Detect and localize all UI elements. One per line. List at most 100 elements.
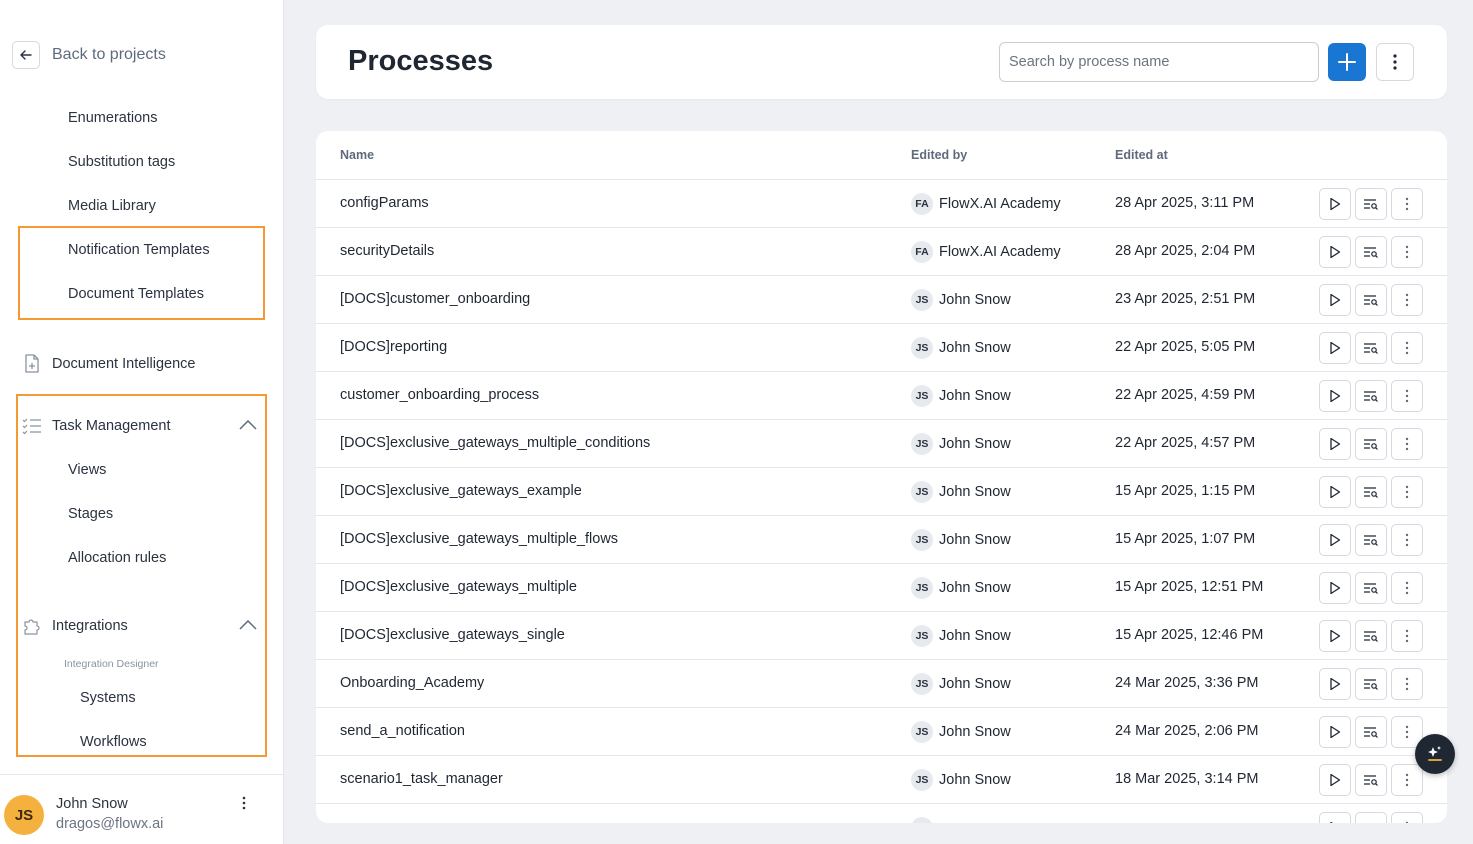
row-menu-button[interactable] <box>1391 380 1423 412</box>
row-menu-button[interactable] <box>1391 428 1423 460</box>
sidebar-item-media-library[interactable]: Media Library <box>68 196 156 216</box>
column-header-name[interactable]: Name <box>340 148 374 162</box>
process-name[interactable]: [DOCS]exclusive_gateways_multiple_flows <box>340 516 618 563</box>
add-process-button[interactable] <box>1328 43 1366 81</box>
row-menu-button[interactable] <box>1391 572 1423 604</box>
process-name[interactable]: [DOCS]reporting <box>340 324 447 371</box>
inspect-icon <box>1363 390 1379 402</box>
sidebar-item-substitution-tags[interactable]: Substitution tags <box>68 152 175 172</box>
table-row[interactable]: [DOCS]exclusive_gateways_multiple_condit… <box>316 420 1447 468</box>
process-name[interactable]: scenario1_task_manager <box>340 756 503 803</box>
run-button[interactable] <box>1319 572 1351 604</box>
arrow-left-icon[interactable] <box>12 41 40 69</box>
table-row[interactable]: customer_onboarding_process JS John Snow 22… <box>316 372 1447 420</box>
sidebar-item-document-intelligence[interactable]: Document Intelligence <box>22 352 195 376</box>
ai-assistant-button[interactable] <box>1415 734 1455 774</box>
table-row[interactable]: [DOCS]exclusive_gateways_multiple JS John … <box>316 564 1447 612</box>
inspect-button[interactable] <box>1355 524 1387 556</box>
inspect-button[interactable] <box>1355 380 1387 412</box>
table-row[interactable]: configParams FA FlowX.AI Academy 28 Apr 202… <box>316 180 1447 228</box>
process-name[interactable]: configParams <box>340 180 429 227</box>
run-button[interactable] <box>1319 668 1351 700</box>
run-button[interactable] <box>1319 236 1351 268</box>
run-button[interactable] <box>1319 380 1351 412</box>
table-row[interactable]: [DOCS]customer_onboarding JS John Snow 23 A… <box>316 276 1447 324</box>
process-name[interactable]: [DOCS]customer_onboarding <box>340 276 530 323</box>
table-row[interactable]: securityDetails FA FlowX.AI Academy 28 Apr … <box>316 228 1447 276</box>
process-name[interactable]: securityDetails <box>340 228 434 275</box>
sidebar-item-document-templates[interactable]: Document Templates <box>68 284 204 304</box>
inspect-button[interactable] <box>1355 716 1387 748</box>
sidebar-item-integrations[interactable]: Integrations <box>22 614 128 638</box>
row-menu-button[interactable] <box>1391 668 1423 700</box>
inspect-button[interactable] <box>1355 812 1387 823</box>
table-row[interactable]: send_a_notification JS John Snow 24 Mar 202… <box>316 708 1447 756</box>
sidebar-item-notification-templates[interactable]: Notification Templates <box>68 240 210 260</box>
column-header-edited-at[interactable]: Edited at <box>1115 148 1168 162</box>
process-name[interactable]: [DOCS]exclusive_gateways_single <box>340 612 565 659</box>
column-header-edited-by[interactable]: Edited by <box>911 148 967 162</box>
table-row[interactable]: [DOCS]exclusive_gateways_example JS John S… <box>316 468 1447 516</box>
table-row[interactable]: Onboarding_Academy JS John Snow 24 Mar 2025… <box>316 660 1447 708</box>
sidebar-item-task-management[interactable]: Task Management <box>22 414 170 438</box>
avatar: JS <box>911 577 933 599</box>
edited-by: FA FlowX.AI Academy <box>911 192 1061 216</box>
avatar[interactable]: JS <box>4 795 44 835</box>
run-button[interactable] <box>1319 428 1351 460</box>
run-button[interactable] <box>1319 188 1351 220</box>
kebab-icon[interactable] <box>234 793 254 813</box>
row-menu-button[interactable] <box>1391 188 1423 220</box>
run-button[interactable] <box>1319 524 1351 556</box>
sidebar-item-views[interactable]: Views <box>68 460 106 480</box>
process-name[interactable]: [DOCS]exclusive_gateways_multiple_condit… <box>340 420 650 467</box>
inspect-button[interactable] <box>1355 764 1387 796</box>
row-menu-button[interactable] <box>1391 236 1423 268</box>
inspect-button[interactable] <box>1355 284 1387 316</box>
chevron-up-icon[interactable] <box>237 614 259 636</box>
row-menu-button[interactable] <box>1391 764 1423 796</box>
run-button[interactable] <box>1319 476 1351 508</box>
process-name[interactable]: Onboarding_Academy <box>340 660 484 707</box>
avatar: JS <box>911 385 933 407</box>
process-name[interactable]: send_a_notification <box>340 708 465 755</box>
inspect-button[interactable] <box>1355 188 1387 220</box>
table-row[interactable]: [DOCS]exclusive_gateways_multiple_flows J… <box>316 516 1447 564</box>
process-name[interactable]: customer_onboarding_process <box>340 372 539 419</box>
inspect-button[interactable] <box>1355 428 1387 460</box>
run-button[interactable] <box>1319 284 1351 316</box>
sidebar-item-workflows[interactable]: Workflows <box>80 732 147 752</box>
run-button[interactable] <box>1319 332 1351 364</box>
run-button[interactable] <box>1319 812 1351 823</box>
row-menu-button[interactable] <box>1391 284 1423 316</box>
run-button[interactable] <box>1319 764 1351 796</box>
table-row[interactable]: scenario1_task_manager JS John Snow 18 Mar … <box>316 756 1447 804</box>
search-input[interactable] <box>999 42 1319 82</box>
inspect-button[interactable] <box>1355 572 1387 604</box>
table-row[interactable]: [DOCS]reporting JS John Snow 22 Apr 2025, 5… <box>316 324 1447 372</box>
sidebar-item-enumerations[interactable]: Enumerations <box>68 108 157 128</box>
run-button[interactable] <box>1319 716 1351 748</box>
inspect-button[interactable] <box>1355 620 1387 652</box>
row-menu-button[interactable] <box>1391 524 1423 556</box>
run-button[interactable] <box>1319 620 1351 652</box>
play-icon <box>1329 437 1341 451</box>
row-menu-button[interactable] <box>1391 332 1423 364</box>
table-row[interactable]: [DOCS]exclusive_gateways_single JS John Sn… <box>316 612 1447 660</box>
inspect-button[interactable] <box>1355 332 1387 364</box>
kebab-icon <box>1405 197 1409 211</box>
inspect-button[interactable] <box>1355 668 1387 700</box>
process-name[interactable]: [DOCS]exclusive_gateways_multiple <box>340 564 577 611</box>
table-row[interactable] <box>316 804 1447 823</box>
sidebar-item-allocation-rules[interactable]: Allocation rules <box>68 548 166 568</box>
inspect-button[interactable] <box>1355 236 1387 268</box>
row-menu-button[interactable] <box>1391 812 1423 823</box>
sidebar-item-stages[interactable]: Stages <box>68 504 113 524</box>
back-to-projects-link[interactable]: Back to projects <box>12 40 166 70</box>
chevron-up-icon[interactable] <box>237 414 259 436</box>
row-menu-button[interactable] <box>1391 476 1423 508</box>
inspect-button[interactable] <box>1355 476 1387 508</box>
sidebar-item-systems[interactable]: Systems <box>80 688 136 708</box>
process-name[interactable]: [DOCS]exclusive_gateways_example <box>340 468 582 515</box>
more-options-button[interactable] <box>1376 43 1414 81</box>
row-menu-button[interactable] <box>1391 620 1423 652</box>
